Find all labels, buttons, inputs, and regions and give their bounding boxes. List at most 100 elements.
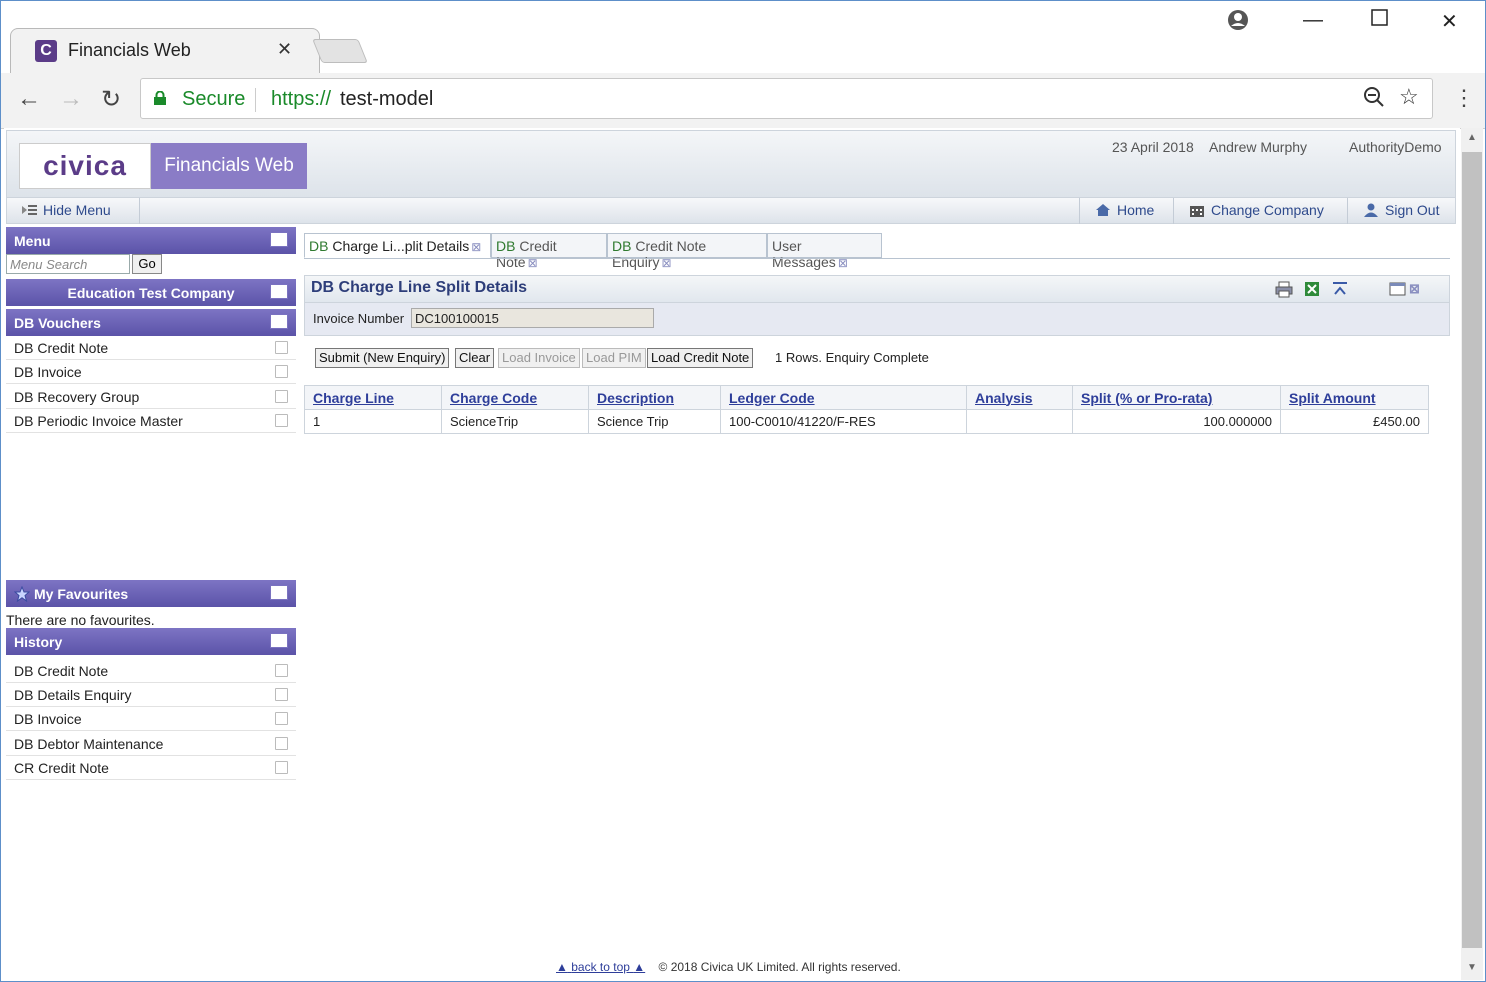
sidebar-item-db-invoice[interactable]: DB Invoice bbox=[6, 360, 296, 384]
tab-strip-line bbox=[304, 258, 1450, 259]
tab-user-messages[interactable]: User Messages ⊠ bbox=[767, 233, 882, 270]
vouchers-title: DB Vouchers bbox=[14, 315, 101, 331]
sign-out-user-icon bbox=[1364, 203, 1378, 217]
clear-button[interactable]: Clear bbox=[455, 348, 495, 368]
change-company-button[interactable]: Change Company bbox=[1189, 202, 1324, 218]
history-item-db-details-enquiry[interactable]: DB Details Enquiry bbox=[6, 683, 296, 707]
back-to-top-label: back to top bbox=[571, 960, 630, 974]
table-row[interactable]: 1 ScienceTrip Science Trip 100-C0010/412… bbox=[304, 409, 1429, 434]
tab-db-credit-note[interactable]: DB Credit Note ⊠ bbox=[491, 233, 607, 270]
new-tab-button[interactable] bbox=[312, 39, 368, 63]
menu-search-input[interactable]: Menu Search bbox=[6, 254, 130, 274]
reload-icon[interactable]: ↻ bbox=[101, 85, 121, 114]
forward-arrow-icon[interactable]: → bbox=[59, 85, 83, 113]
vouchers-up-folder-icon[interactable] bbox=[270, 314, 288, 329]
menu-title: Menu bbox=[14, 233, 51, 249]
open-external-icon[interactable] bbox=[275, 341, 288, 354]
company-panel-toggle-icon[interactable] bbox=[270, 284, 288, 299]
scroll-down-arrow-icon[interactable]: ▼ bbox=[1467, 962, 1477, 973]
scrollbar-thumb[interactable] bbox=[1462, 152, 1482, 948]
open-external-icon[interactable] bbox=[275, 761, 288, 774]
collapse-icon[interactable] bbox=[1331, 280, 1349, 298]
close-window-icon[interactable]: ✕ bbox=[1441, 9, 1458, 34]
sign-out-button[interactable]: Sign Out bbox=[1363, 202, 1439, 218]
column-header-split-amount[interactable]: Split Amount bbox=[1280, 385, 1429, 410]
column-header-ledger-code[interactable]: Ledger Code bbox=[720, 385, 967, 410]
column-header-charge-code[interactable]: Charge Code bbox=[441, 385, 589, 410]
history-item-label: DB Debtor Maintenance bbox=[14, 736, 164, 752]
history-panel-toggle-icon[interactable] bbox=[270, 633, 288, 648]
back-arrow-icon[interactable]: ← bbox=[17, 85, 41, 113]
vertical-scrollbar[interactable]: ▲ ▼ bbox=[1461, 128, 1483, 980]
sidebar-item-db-recovery-group[interactable]: DB Recovery Group bbox=[6, 385, 296, 409]
menu-search-go-button[interactable]: Go bbox=[132, 254, 162, 274]
column-header-analysis[interactable]: Analysis bbox=[966, 385, 1073, 410]
cell-charge-line: 1 bbox=[304, 409, 442, 434]
menu-panel-toggle-icon[interactable] bbox=[270, 232, 288, 247]
invoice-number-row: Invoice Number DC100100015 bbox=[304, 303, 1450, 336]
home-button[interactable]: Home bbox=[1095, 202, 1154, 218]
load-credit-note-button[interactable]: Load Credit Note bbox=[647, 348, 754, 368]
sidebar-item-label: DB Periodic Invoice Master bbox=[14, 413, 183, 429]
company-building-icon bbox=[1190, 206, 1204, 217]
tab-db-credit-note-enquiry[interactable]: DB Credit Note Enquiry ⊠ bbox=[607, 233, 767, 270]
open-external-icon[interactable] bbox=[275, 390, 288, 403]
open-external-icon[interactable] bbox=[275, 664, 288, 677]
cell-description: Science Trip bbox=[588, 409, 721, 434]
column-header-split[interactable]: Split (% or Pro-rata) bbox=[1072, 385, 1281, 410]
cell-split-amount: £450.00 bbox=[1280, 409, 1429, 434]
load-pim-button[interactable]: Load PIM bbox=[582, 348, 646, 368]
sidebar-item-db-credit-note[interactable]: DB Credit Note bbox=[6, 336, 296, 360]
zoom-icon[interactable] bbox=[1363, 86, 1385, 114]
sign-out-label: Sign Out bbox=[1385, 202, 1440, 218]
open-external-icon[interactable] bbox=[275, 365, 288, 378]
tab-charge-line-split-details[interactable]: DB Charge Li...plit Details ⊠ bbox=[304, 233, 491, 258]
open-external-icon[interactable] bbox=[275, 712, 288, 725]
secure-label: Secure bbox=[182, 88, 246, 110]
history-item-label: DB Credit Note bbox=[14, 663, 109, 679]
tab-close-icon[interactable]: ✕ bbox=[277, 39, 292, 60]
history-item-cr-credit-note[interactable]: CR Credit Note bbox=[6, 756, 296, 780]
current-date: 23 April 2018 bbox=[1112, 139, 1194, 155]
column-header-description[interactable]: Description bbox=[588, 385, 721, 410]
sidebar-item-label: DB Credit Note bbox=[14, 340, 109, 356]
sidebar-item-label: DB Invoice bbox=[14, 364, 82, 380]
minimize-icon[interactable]: — bbox=[1303, 9, 1323, 32]
title-bar: C Financials Web ✕ — ✕ bbox=[1, 1, 1485, 73]
table-header-row: Charge Line Charge Code Description Ledg… bbox=[304, 385, 1429, 410]
invoice-number-field[interactable]: DC100100015 bbox=[411, 308, 654, 328]
favourites-panel-toggle-icon[interactable] bbox=[270, 585, 288, 600]
menu-header: Menu bbox=[6, 227, 296, 254]
scroll-up-arrow-icon[interactable]: ▲ bbox=[1467, 132, 1477, 143]
browser-menu-icon[interactable]: ⋮ bbox=[1453, 85, 1475, 111]
address-bar[interactable]: Secure https:// test-model ☆ bbox=[140, 78, 1433, 119]
tab-close-icon[interactable]: ⊠ bbox=[471, 240, 481, 254]
open-external-icon[interactable] bbox=[275, 414, 288, 427]
hide-menu-button[interactable]: Hide Menu bbox=[21, 202, 111, 218]
history-item-label: DB Invoice bbox=[14, 711, 82, 727]
vouchers-header: DB Vouchers bbox=[6, 309, 296, 336]
panel-window-icon[interactable] bbox=[1389, 280, 1407, 298]
cell-charge-code: ScienceTrip bbox=[441, 409, 589, 434]
civica-logo: civica bbox=[19, 143, 151, 189]
column-header-charge-line[interactable]: Charge Line bbox=[304, 385, 442, 410]
sidebar-item-db-periodic-invoice-master[interactable]: DB Periodic Invoice Master bbox=[6, 409, 296, 433]
browser-tab[interactable]: C Financials Web ✕ bbox=[10, 28, 320, 73]
history-item-db-debtor-maintenance[interactable]: DB Debtor Maintenance bbox=[6, 732, 296, 756]
profile-icon[interactable] bbox=[1227, 9, 1249, 37]
maximize-icon[interactable] bbox=[1371, 9, 1389, 33]
history-header: History bbox=[6, 628, 296, 655]
history-item-db-credit-note[interactable]: DB Credit Note bbox=[6, 659, 296, 683]
open-external-icon[interactable] bbox=[275, 688, 288, 701]
print-icon[interactable] bbox=[1275, 280, 1293, 298]
open-external-icon[interactable] bbox=[275, 737, 288, 750]
panel-close-icon[interactable]: ⊠ bbox=[1409, 281, 1427, 299]
history-item-db-invoice[interactable]: DB Invoice bbox=[6, 707, 296, 731]
address-separator bbox=[255, 88, 256, 112]
change-company-label: Change Company bbox=[1211, 202, 1324, 218]
bookmark-star-icon[interactable]: ☆ bbox=[1399, 84, 1419, 110]
export-excel-icon[interactable] bbox=[1303, 280, 1321, 298]
back-to-top-link[interactable]: ▲ back to top ▲ bbox=[556, 960, 645, 974]
load-invoice-button[interactable]: Load Invoice bbox=[498, 348, 580, 368]
submit-new-enquiry-button[interactable]: Submit (New Enquiry) bbox=[315, 348, 450, 368]
